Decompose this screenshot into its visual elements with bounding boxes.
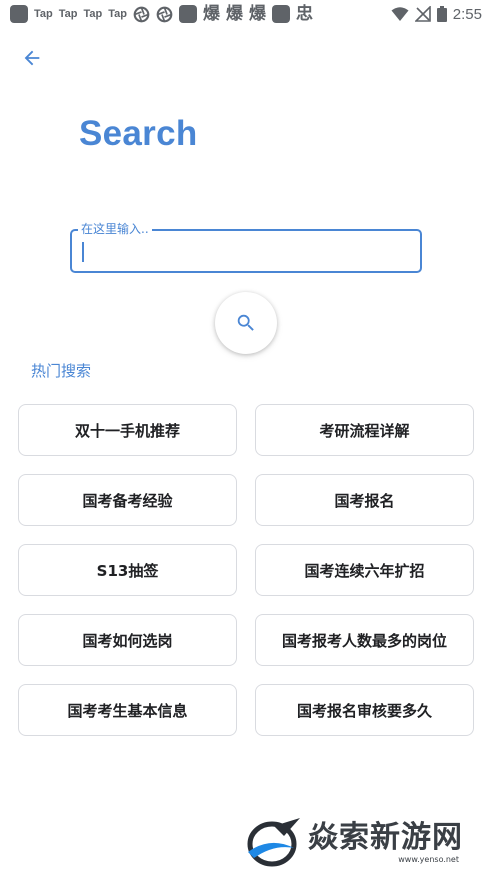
search-input[interactable] <box>80 237 410 265</box>
hot-search-chip[interactable]: 国考连续六年扩招 <box>255 544 474 596</box>
app-notification-icon <box>179 5 197 23</box>
hot-search-chip[interactable]: 国考备考经验 <box>18 474 237 526</box>
hot-search-chip[interactable]: 国考报名 <box>255 474 474 526</box>
taptap-notification-icon: Tap <box>34 8 53 20</box>
search-field[interactable]: 在这里输入.. <box>70 221 422 273</box>
hot-search-chip[interactable]: 国考考生基本信息 <box>18 684 237 736</box>
hot-search-heading: 热门搜索 <box>31 362 92 380</box>
watermark-name: 焱索新游网 <box>308 819 463 855</box>
hot-search-chip[interactable]: S13抽签 <box>18 544 237 596</box>
hot-search-chip[interactable]: 国考报名审核要多久 <box>255 684 474 736</box>
search-button[interactable] <box>215 292 277 354</box>
app-glyph-icon: 爆 <box>226 3 243 24</box>
app-notification-icon <box>10 5 28 23</box>
status-bar-system: 2:55 <box>391 6 482 23</box>
watermark-url: www.yenso.net <box>398 854 459 864</box>
wifi-icon <box>391 7 409 21</box>
battery-icon <box>436 6 447 22</box>
aperture-icon <box>133 6 150 22</box>
search-field-label: 在这里输入.. <box>78 221 152 237</box>
status-bar: Tap Tap Tap Tap 爆 爆 爆 忠 2:55 <box>0 0 492 28</box>
watermark-logo-icon <box>247 818 300 867</box>
app-notification-icon <box>272 5 290 23</box>
site-watermark: 焱索新游网 www.yenso.net <box>244 814 484 870</box>
taptap-notification-icon: Tap <box>58 8 78 20</box>
arrow-back-icon <box>24 50 40 66</box>
search-icon <box>237 314 254 331</box>
signal-off-icon <box>414 6 431 22</box>
status-bar-notifications: Tap Tap Tap Tap 爆 爆 爆 忠 <box>10 5 313 23</box>
hot-search-chip[interactable]: 考研流程详解 <box>255 404 474 456</box>
hot-search-chip[interactable]: 国考如何选岗 <box>18 614 237 666</box>
page-title: Search <box>79 114 198 153</box>
app-glyph-icon: 爆 <box>203 3 220 24</box>
taptap-notification-icon: Tap <box>83 8 103 20</box>
app-glyph-icon: 爆 <box>249 3 266 24</box>
back-button[interactable] <box>16 42 48 74</box>
hot-search-chip[interactable]: 双十一手机推荐 <box>18 404 237 456</box>
taptap-notification-icon: Tap <box>108 8 127 20</box>
clock: 2:55 <box>452 5 482 23</box>
aperture-icon <box>156 6 173 22</box>
app-glyph-icon: 忠 <box>296 3 313 24</box>
hot-search-chip[interactable]: 国考报考人数最多的岗位 <box>255 614 474 666</box>
